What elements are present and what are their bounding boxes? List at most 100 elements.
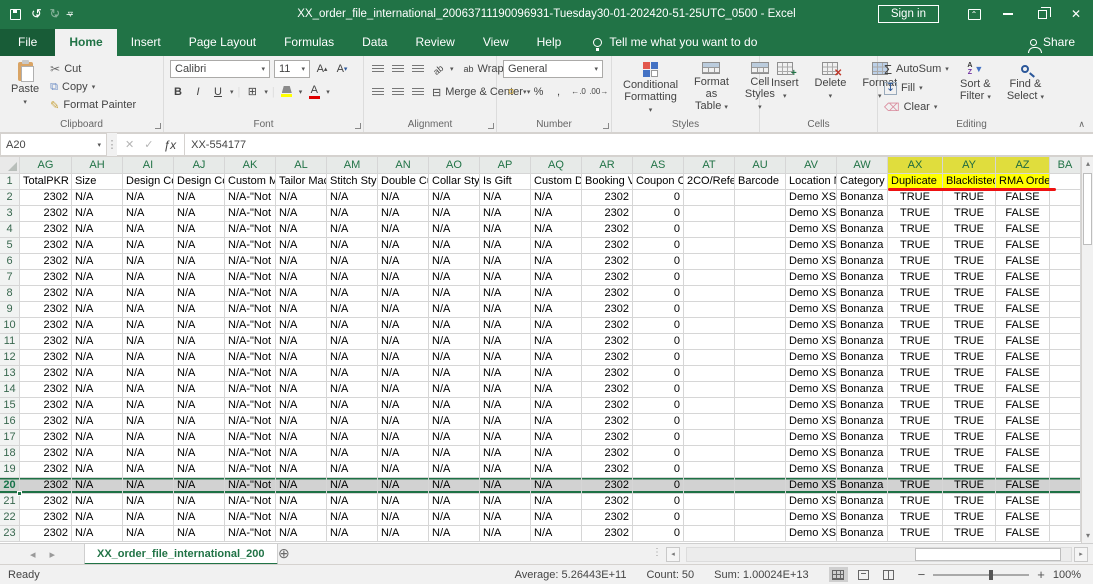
cell-AP17[interactable]: N/A	[480, 430, 531, 446]
cell-AQ18[interactable]: N/A	[531, 446, 582, 462]
cell-AW3[interactable]: Bonanza S	[837, 206, 888, 222]
column-header-AS[interactable]: AS	[633, 157, 684, 174]
cell-AW8[interactable]: Bonanza S	[837, 286, 888, 302]
cell-AJ3[interactable]: N/A	[174, 206, 225, 222]
cell-AV7[interactable]: Demo XSt	[786, 270, 837, 286]
cell-AW2[interactable]: Bonanza S	[837, 190, 888, 206]
cell-AN8[interactable]: N/A	[378, 286, 429, 302]
cell-AL20[interactable]: N/A	[276, 478, 327, 494]
cell-BA12[interactable]	[1050, 350, 1081, 366]
cell-AK1[interactable]: Custom M	[225, 174, 276, 190]
cell-AW1[interactable]: Category	[837, 174, 888, 190]
comma-style-icon[interactable]: ,	[551, 83, 567, 100]
cell-AL6[interactable]: N/A	[276, 254, 327, 270]
cell-AR18[interactable]: 2302	[582, 446, 633, 462]
format-painter-button[interactable]: ✎Format Painter	[50, 96, 136, 114]
cell-AO6[interactable]: N/A	[429, 254, 480, 270]
cell-AN21[interactable]: N/A	[378, 494, 429, 510]
row-header-9[interactable]: 9	[0, 302, 20, 318]
tab-file[interactable]: File	[0, 29, 55, 56]
cell-BA11[interactable]	[1050, 334, 1081, 350]
cell-AI15[interactable]: N/A	[123, 398, 174, 414]
cell-AV2[interactable]: Demo XSt	[786, 190, 837, 206]
cell-AH14[interactable]: N/A	[72, 382, 123, 398]
cell-AK12[interactable]: N/A-"Not	[225, 350, 276, 366]
horizontal-scrollbar[interactable]	[686, 547, 1072, 562]
cell-AQ23[interactable]: N/A	[531, 526, 582, 542]
cell-AI18[interactable]: N/A	[123, 446, 174, 462]
cell-AI11[interactable]: N/A	[123, 334, 174, 350]
cell-AU3[interactable]	[735, 206, 786, 222]
cell-AU18[interactable]	[735, 446, 786, 462]
row-header-5[interactable]: 5	[0, 238, 20, 254]
cell-AU10[interactable]	[735, 318, 786, 334]
cell-AO11[interactable]: N/A	[429, 334, 480, 350]
cell-AZ8[interactable]: FALSE	[996, 286, 1050, 302]
cell-AQ3[interactable]: N/A	[531, 206, 582, 222]
cell-AQ17[interactable]: N/A	[531, 430, 582, 446]
cell-AZ15[interactable]: FALSE	[996, 398, 1050, 414]
cell-AS17[interactable]: 0	[633, 430, 684, 446]
cell-AU2[interactable]	[735, 190, 786, 206]
underline-button[interactable]: U	[210, 83, 226, 100]
cell-AT3[interactable]	[684, 206, 735, 222]
cell-AN9[interactable]: N/A	[378, 302, 429, 318]
cell-AJ19[interactable]: N/A	[174, 462, 225, 478]
cell-AX18[interactable]: TRUE	[888, 446, 943, 462]
cell-AY18[interactable]: TRUE	[943, 446, 996, 462]
cell-AL14[interactable]: N/A	[276, 382, 327, 398]
column-header-AI[interactable]: AI	[123, 157, 174, 174]
cell-AV15[interactable]: Demo XSt	[786, 398, 837, 414]
cell-AT19[interactable]	[684, 462, 735, 478]
cell-AT1[interactable]: 2CO/Refe	[684, 174, 735, 190]
row-header-16[interactable]: 16	[0, 414, 20, 430]
cell-AR9[interactable]: 2302	[582, 302, 633, 318]
sheet-tab-active[interactable]: XX_order_file_international_200	[84, 544, 278, 565]
cell-AN14[interactable]: N/A	[378, 382, 429, 398]
cell-AZ16[interactable]: FALSE	[996, 414, 1050, 430]
cell-AJ23[interactable]: N/A	[174, 526, 225, 542]
row-header-18[interactable]: 18	[0, 446, 20, 462]
tab-formulas[interactable]: Formulas	[270, 29, 348, 56]
cell-AN13[interactable]: N/A	[378, 366, 429, 382]
cell-AX19[interactable]: TRUE	[888, 462, 943, 478]
cell-AI16[interactable]: N/A	[123, 414, 174, 430]
cell-AH22[interactable]: N/A	[72, 510, 123, 526]
vertical-scrollbar[interactable]: ▴ ▾	[1081, 157, 1093, 543]
cell-AX11[interactable]: TRUE	[888, 334, 943, 350]
cell-AL15[interactable]: N/A	[276, 398, 327, 414]
cell-AX5[interactable]: TRUE	[888, 238, 943, 254]
cell-AI4[interactable]: N/A	[123, 222, 174, 238]
cell-AH7[interactable]: N/A	[72, 270, 123, 286]
cell-AL9[interactable]: N/A	[276, 302, 327, 318]
column-header-BA[interactable]: BA	[1050, 157, 1081, 174]
cell-AM2[interactable]: N/A	[327, 190, 378, 206]
cell-AI23[interactable]: N/A	[123, 526, 174, 542]
cell-AO1[interactable]: Collar Styl	[429, 174, 480, 190]
cell-AW21[interactable]: Bonanza S	[837, 494, 888, 510]
horizontal-scroll-thumb[interactable]	[915, 548, 1061, 561]
cell-AN18[interactable]: N/A	[378, 446, 429, 462]
cell-AY4[interactable]: TRUE	[943, 222, 996, 238]
increase-decimal-icon[interactable]: ←.0	[571, 83, 587, 100]
cell-AZ17[interactable]: FALSE	[996, 430, 1050, 446]
cell-AV8[interactable]: Demo XSt	[786, 286, 837, 302]
cell-AP9[interactable]: N/A	[480, 302, 531, 318]
cell-BA22[interactable]	[1050, 510, 1081, 526]
cell-AL23[interactable]: N/A	[276, 526, 327, 542]
cell-AG18[interactable]: 2302	[20, 446, 72, 462]
cell-AI3[interactable]: N/A	[123, 206, 174, 222]
cell-AU17[interactable]	[735, 430, 786, 446]
cell-AO8[interactable]: N/A	[429, 286, 480, 302]
cell-AI9[interactable]: N/A	[123, 302, 174, 318]
cell-AI21[interactable]: N/A	[123, 494, 174, 510]
cell-AO23[interactable]: N/A	[429, 526, 480, 542]
cell-BA7[interactable]	[1050, 270, 1081, 286]
cell-AZ4[interactable]: FALSE	[996, 222, 1050, 238]
cell-AL13[interactable]: N/A	[276, 366, 327, 382]
cell-AN10[interactable]: N/A	[378, 318, 429, 334]
cell-AL16[interactable]: N/A	[276, 414, 327, 430]
cell-AS12[interactable]: 0	[633, 350, 684, 366]
cell-AW5[interactable]: Bonanza S	[837, 238, 888, 254]
cell-AG15[interactable]: 2302	[20, 398, 72, 414]
